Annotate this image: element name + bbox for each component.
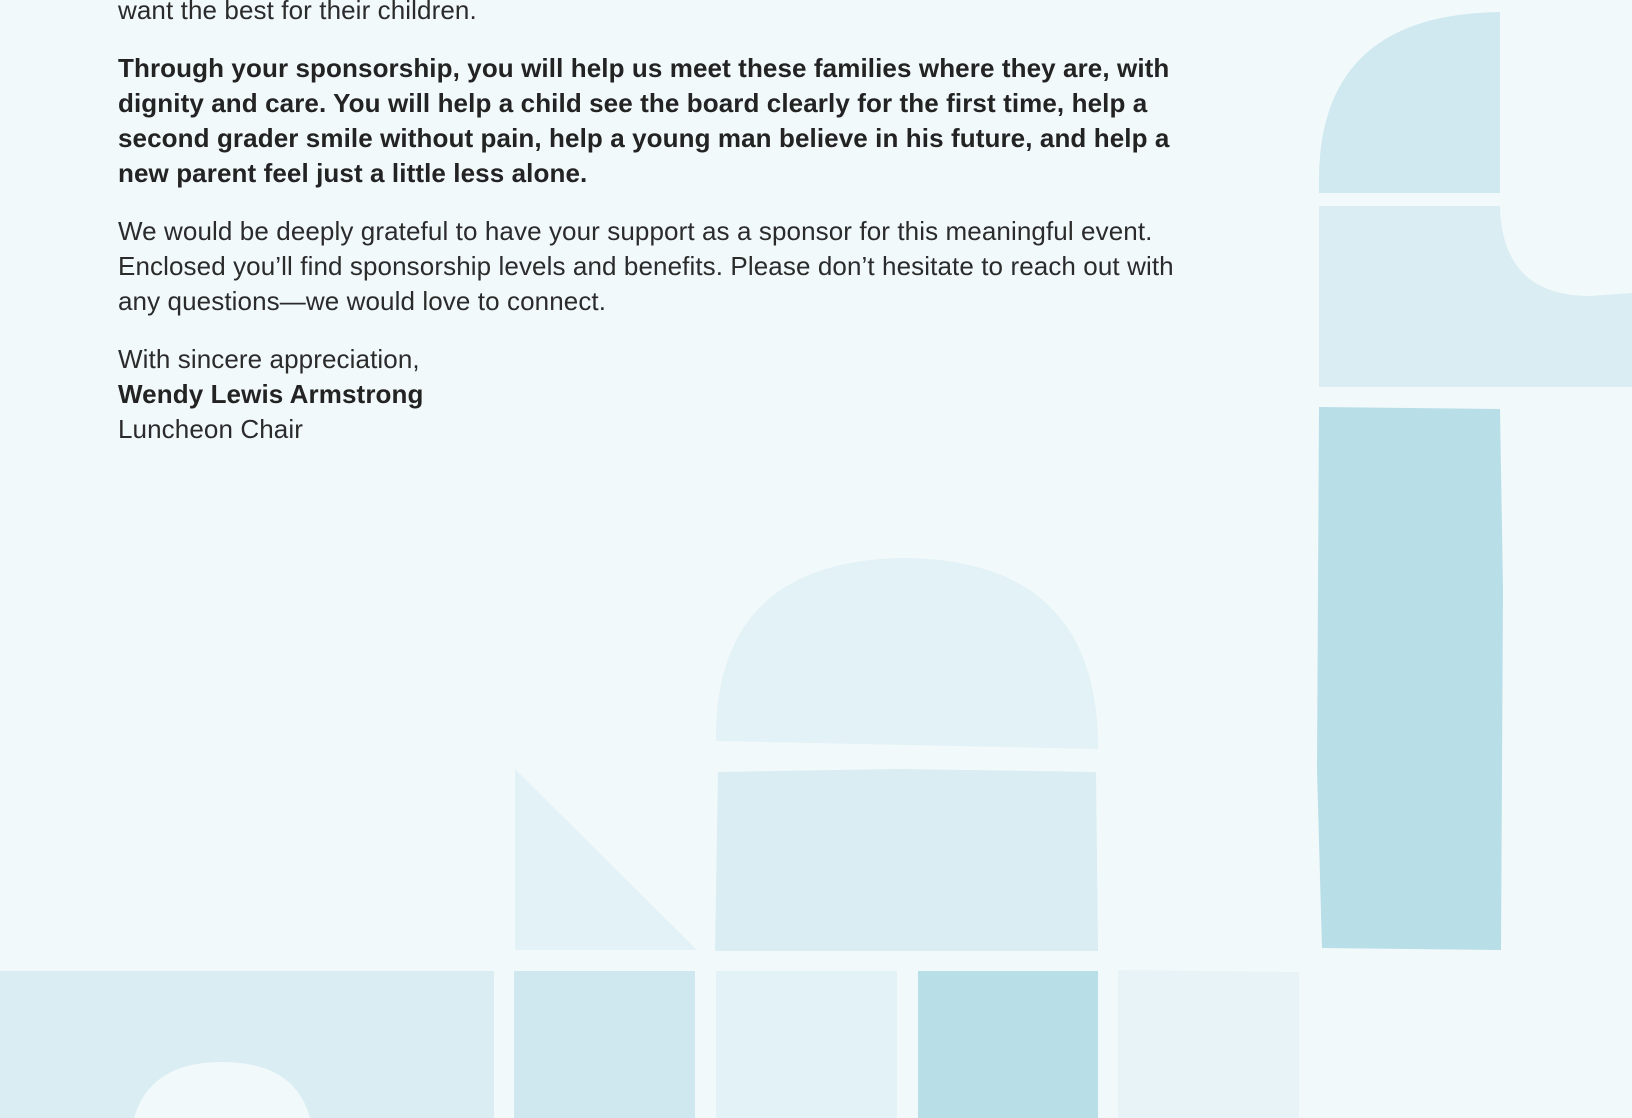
signature-block: With sincere appreciation, Wendy Lewis A… [118,342,1208,447]
quarter-circle-shape [1319,12,1500,193]
closing-line: With sincere appreciation, [118,344,420,374]
signer-name: Wendy Lewis Armstrong [118,379,424,409]
intro-paragraph-tail: want the best for their children. [118,0,477,25]
signer-title: Luncheon Chair [118,414,303,444]
half-dome-shape [716,558,1098,749]
bottom-block-2 [514,971,695,1118]
notched-rect-shape [1319,206,1632,387]
bottom-block-4 [918,971,1098,1118]
tall-bar-shape [1317,407,1503,950]
letter-body: want the best for their children. Throug… [118,0,1208,447]
triangle-shape [515,769,697,950]
letter-page: want the best for their children. Throug… [0,0,1632,1118]
bottom-block-3 [716,971,897,1118]
gratitude-paragraph: We would be deeply grateful to have your… [118,216,1174,316]
sponsorship-impact-paragraph: Through your sponsorship, you will help … [118,53,1170,188]
bottom-block-5 [1118,970,1299,1118]
center-rect-shape [715,769,1098,951]
